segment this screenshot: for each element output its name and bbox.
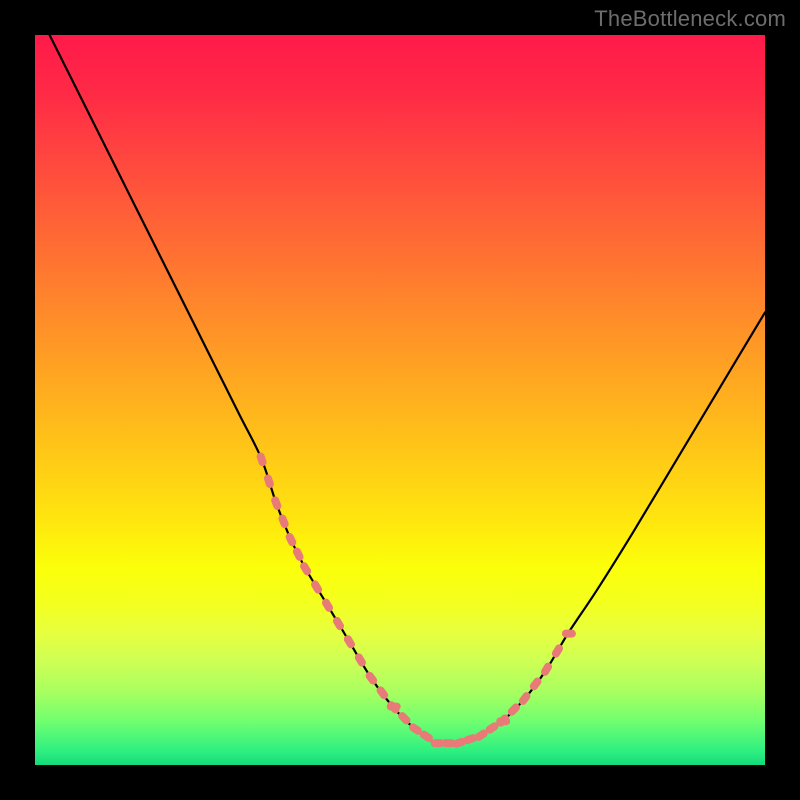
highlight-pill [562,630,576,638]
watermark-text: TheBottleneck.com [594,6,786,32]
highlight-pill [277,513,290,529]
chart-frame: TheBottleneck.com [0,0,800,800]
highlight-pill [364,670,379,686]
highlight-pill [320,597,334,613]
highlight-pill [353,652,367,668]
highlight-pill [292,546,305,562]
highlight-overlay [256,451,576,748]
highlight-pill [342,634,356,650]
highlight-pill [270,495,283,511]
highlight-pill [256,451,268,467]
bottleneck-curve [50,35,765,745]
curve-svg [35,35,765,765]
highlight-pill [310,579,324,595]
highlight-pill [299,561,313,577]
highlight-pill [331,615,345,631]
highlight-pill [263,473,275,489]
plot-area [35,35,765,765]
highlight-pill [284,532,297,548]
highlight-pill [550,643,564,659]
